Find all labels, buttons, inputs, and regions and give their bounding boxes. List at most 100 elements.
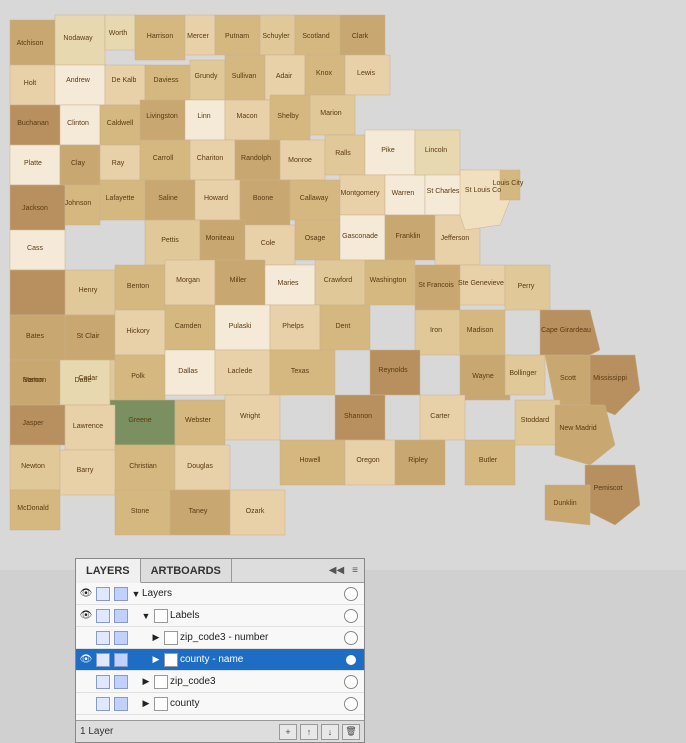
svg-text:Mississippi: Mississippi (593, 375, 627, 382)
layer-name-label: zip_code3 - number (180, 632, 344, 643)
layer-color-indicator-2 (114, 609, 128, 623)
svg-text:Harrison: Harrison (147, 33, 174, 40)
svg-text:Warren: Warren (392, 190, 415, 197)
layer-color-indicator-2 (114, 587, 128, 601)
svg-text:Schuyler: Schuyler (262, 33, 290, 40)
svg-text:Benton: Benton (127, 283, 149, 290)
layer-color-indicator-2 (114, 653, 128, 667)
layer-target-circle[interactable] (344, 609, 358, 623)
svg-text:Shannon: Shannon (344, 413, 372, 420)
svg-text:Andrew: Andrew (66, 77, 91, 84)
svg-text:Sullivan: Sullivan (232, 73, 257, 80)
svg-text:Pettis: Pettis (161, 237, 179, 244)
layer-target-circle[interactable] (344, 697, 358, 711)
svg-text:Adair: Adair (276, 73, 293, 80)
svg-text:Perry: Perry (518, 283, 535, 290)
layer-type-box (164, 631, 178, 645)
svg-text:Randolph: Randolph (241, 155, 271, 162)
layer-expand-arrow[interactable]: ▼ (140, 611, 152, 621)
svg-text:Howard: Howard (204, 195, 228, 202)
svg-text:Knox: Knox (316, 70, 332, 77)
svg-text:Ripley: Ripley (408, 457, 428, 464)
county-andrew (55, 65, 105, 105)
svg-text:Saline: Saline (158, 195, 178, 202)
svg-text:Franklin: Franklin (396, 233, 421, 240)
layer-type-box (154, 697, 168, 711)
svg-text:Pulaski: Pulaski (229, 323, 252, 330)
layer-row-zip-code3[interactable]: ▶zip_code3 (76, 671, 364, 693)
svg-text:Dade: Dade (75, 377, 92, 384)
svg-text:Ste Genevieve: Ste Genevieve (458, 280, 504, 287)
svg-text:Lincoln: Lincoln (425, 147, 447, 154)
layer-name-label: county (170, 698, 344, 709)
panel-footer-icons: + ↑ ↓ 🗑 (279, 724, 360, 740)
layer-visibility-icon[interactable] (78, 630, 94, 646)
svg-text:Platte: Platte (24, 160, 42, 167)
svg-text:Johnson: Johnson (65, 200, 92, 207)
layer-row-county[interactable]: ▶ county (76, 693, 364, 715)
svg-text:Jackson: Jackson (22, 205, 48, 212)
layer-target-circle[interactable] (344, 653, 358, 667)
svg-text:Ozark: Ozark (246, 508, 265, 515)
layer-row-labels-group[interactable]: 👁 ▼ Labels (76, 605, 364, 627)
svg-text:Linn: Linn (197, 113, 210, 120)
layer-visibility-icon[interactable]: 👁 (78, 586, 94, 602)
svg-text:Moniteau: Moniteau (206, 235, 235, 242)
layer-target-circle[interactable] (344, 675, 358, 689)
svg-text:Camden: Camden (175, 323, 202, 330)
svg-text:Dunklin: Dunklin (553, 500, 576, 507)
svg-text:Webster: Webster (185, 417, 212, 424)
layer-row-zip-code3-number[interactable]: ▶ zip_code3 - number (76, 627, 364, 649)
layer-visibility-icon[interactable] (78, 696, 94, 712)
tab-artboards[interactable]: ARTBOARDS (141, 559, 232, 582)
map-area: Atchison Nodaway Worth Harrison Mercer P… (0, 0, 686, 570)
move-up-icon[interactable]: ↑ (300, 724, 318, 740)
svg-text:Montgomery: Montgomery (341, 190, 380, 197)
layer-visibility-icon[interactable]: 👁 (78, 652, 94, 668)
tab-layers[interactable]: LAYERS (76, 559, 141, 583)
svg-text:Caldwell: Caldwell (107, 120, 134, 127)
layer-expand-arrow[interactable]: ▶ (150, 654, 162, 665)
svg-text:Bates: Bates (26, 333, 44, 340)
move-down-icon[interactable]: ↓ (321, 724, 339, 740)
layer-name-label: Labels (170, 610, 344, 621)
svg-text:Lewis: Lewis (357, 70, 375, 77)
svg-text:Chariton: Chariton (197, 155, 224, 162)
county-boone (240, 180, 290, 225)
svg-text:Stone: Stone (131, 508, 149, 515)
county-livingston (140, 100, 185, 140)
county-dekalb (105, 65, 145, 105)
layer-expand-arrow[interactable]: ▶ (150, 632, 162, 643)
layer-visibility-icon[interactable]: 👁 (78, 608, 94, 624)
layer-row-county-name[interactable]: 👁 ▶ county - name (76, 649, 364, 671)
layer-name-label: county - name (180, 654, 344, 665)
layer-expand-arrow[interactable]: ▼ (130, 589, 142, 599)
layer-expand-arrow[interactable]: ▶ (140, 676, 152, 687)
layer-row-layers-root[interactable]: 👁▼Layers (76, 583, 364, 605)
layer-expand-arrow[interactable]: ▶ (140, 698, 152, 709)
county-macon (225, 100, 270, 140)
svg-text:St Charles: St Charles (427, 188, 460, 195)
svg-text:Oregon: Oregon (356, 457, 379, 464)
svg-text:Grundy: Grundy (195, 73, 218, 80)
svg-text:Clark: Clark (352, 33, 369, 40)
svg-text:Macon: Macon (236, 113, 257, 120)
svg-text:De Kalb: De Kalb (112, 77, 137, 84)
new-layer-icon[interactable]: + (279, 724, 297, 740)
panel-content: 👁▼Layers👁▼Labels▶zip_code3 - number👁▶cou… (76, 583, 364, 720)
panel-collapse-icon[interactable]: ◀◀ (327, 564, 346, 577)
svg-text:Lafayette: Lafayette (106, 195, 135, 202)
svg-text:Cass: Cass (27, 245, 43, 252)
layer-target-circle[interactable] (344, 631, 358, 645)
county-grundy (190, 60, 225, 100)
panel-menu-icon[interactable]: ≡ (350, 564, 360, 577)
svg-text:Monroe: Monroe (288, 157, 312, 164)
svg-text:Bollinger: Bollinger (509, 370, 537, 377)
svg-text:Boone: Boone (253, 195, 273, 202)
delete-layer-icon[interactable]: 🗑 (342, 724, 360, 740)
svg-text:Taney: Taney (189, 508, 208, 515)
svg-text:Christian: Christian (129, 463, 157, 470)
layer-target-circle[interactable] (344, 587, 358, 601)
layer-visibility-icon[interactable] (78, 674, 94, 690)
svg-text:McDonald: McDonald (17, 505, 49, 512)
